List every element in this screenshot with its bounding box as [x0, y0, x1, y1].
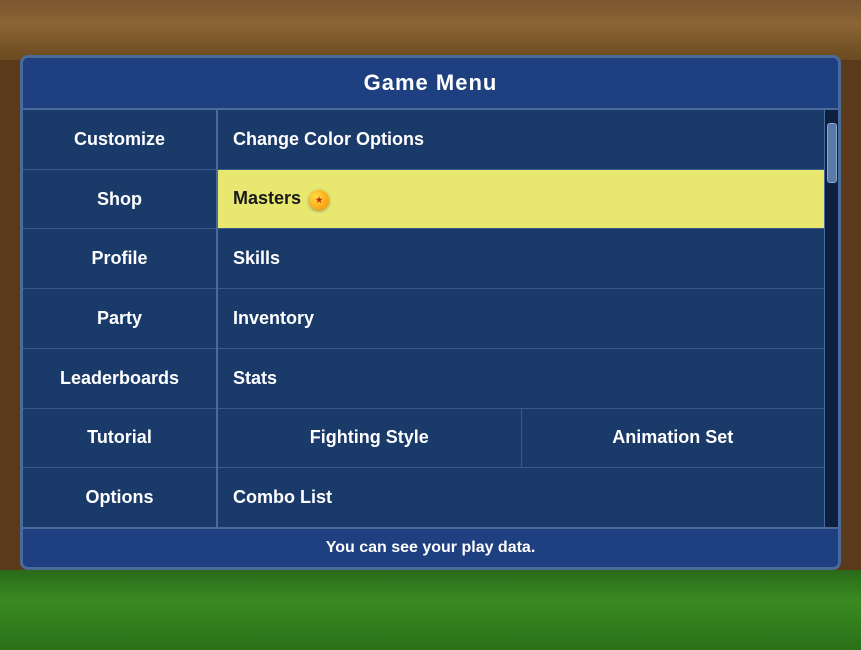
left-nav: Customize Shop Profile Party Leaderboard… — [23, 110, 218, 527]
background-top — [0, 0, 861, 60]
menu-body: Customize Shop Profile Party Leaderboard… — [23, 110, 838, 527]
nav-item-profile[interactable]: Profile — [23, 229, 216, 289]
nav-item-shop[interactable]: Shop — [23, 170, 216, 230]
nav-item-tutorial[interactable]: Tutorial — [23, 409, 216, 469]
content-row-masters[interactable]: Masters — [218, 170, 824, 230]
animation-set-button[interactable]: Animation Set — [522, 409, 825, 468]
scrollbar[interactable] — [824, 110, 838, 527]
content-row-inventory[interactable]: Inventory — [218, 289, 824, 349]
fighting-style-button[interactable]: Fighting Style — [218, 409, 522, 468]
status-bar: You can see your play data. — [23, 527, 838, 567]
background-bottom — [0, 570, 861, 650]
scrollbar-thumb[interactable] — [827, 123, 837, 183]
content-row-change-color[interactable]: Change Color Options — [218, 110, 824, 170]
nav-item-party[interactable]: Party — [23, 289, 216, 349]
content-row-skills[interactable]: Skills — [218, 229, 824, 289]
stats-label: Stats — [233, 368, 809, 389]
content-row-fighting-animation: Fighting Style Animation Set — [218, 409, 824, 469]
dragon-ball-icon — [309, 190, 329, 210]
content-row-combo-list[interactable]: Combo List — [218, 468, 824, 527]
menu-title: Game Menu — [23, 58, 838, 110]
nav-item-options[interactable]: Options — [23, 468, 216, 527]
masters-label: Masters — [233, 188, 809, 209]
nav-item-customize[interactable]: Customize — [23, 110, 216, 170]
combo-list-label: Combo List — [233, 487, 809, 508]
game-menu: Game Menu Customize Shop Profile Party L… — [20, 55, 841, 570]
right-content: Change Color Options Masters Skills Inve… — [218, 110, 824, 527]
content-row-stats[interactable]: Stats — [218, 349, 824, 409]
nav-item-leaderboards[interactable]: Leaderboards — [23, 349, 216, 409]
inventory-label: Inventory — [233, 308, 809, 329]
skills-label: Skills — [233, 248, 809, 269]
change-color-label: Change Color Options — [233, 129, 809, 150]
